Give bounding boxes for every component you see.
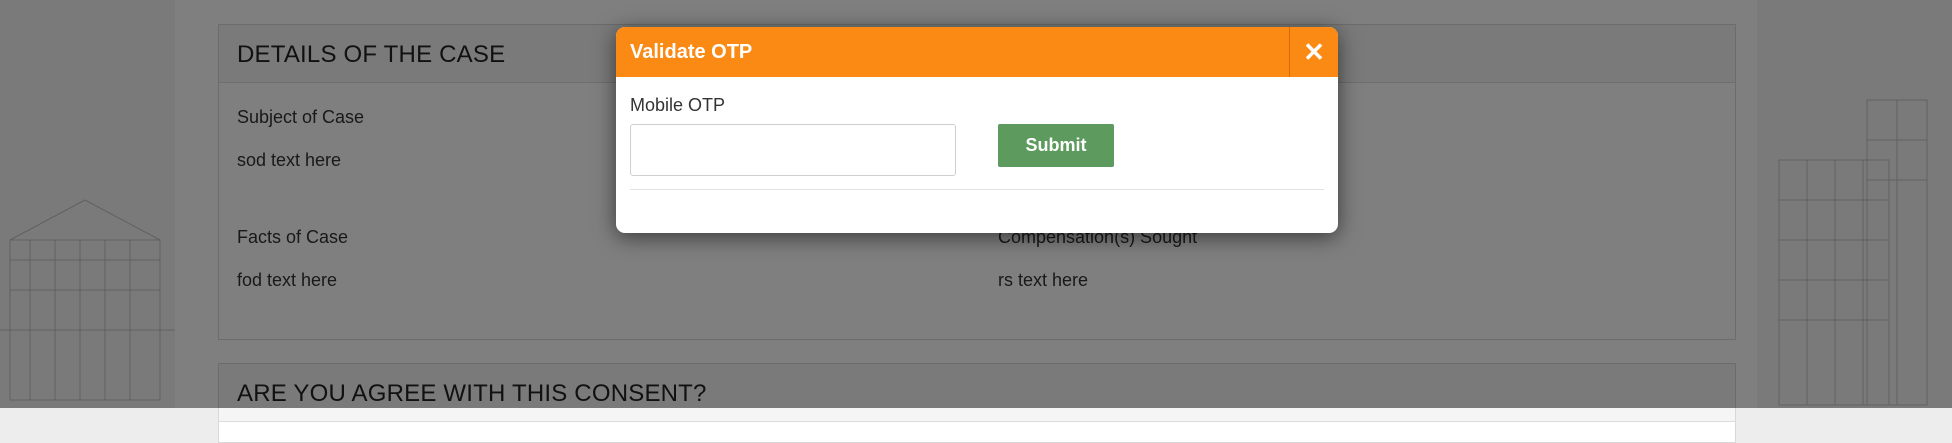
mobile-otp-label: Mobile OTP [630, 95, 726, 115]
modal-title: Validate OTP [630, 41, 753, 63]
close-button[interactable]: ✕ [1289, 27, 1338, 77]
modal-header: Validate OTP ✕ [616, 27, 1338, 77]
close-icon: ✕ [1303, 36, 1325, 67]
modal-divider [630, 189, 1324, 190]
submit-button[interactable]: Submit [998, 124, 1114, 167]
mobile-otp-input[interactable] [630, 124, 956, 176]
validate-otp-modal: Validate OTP ✕ Mobile OTP Submit [616, 27, 1338, 233]
